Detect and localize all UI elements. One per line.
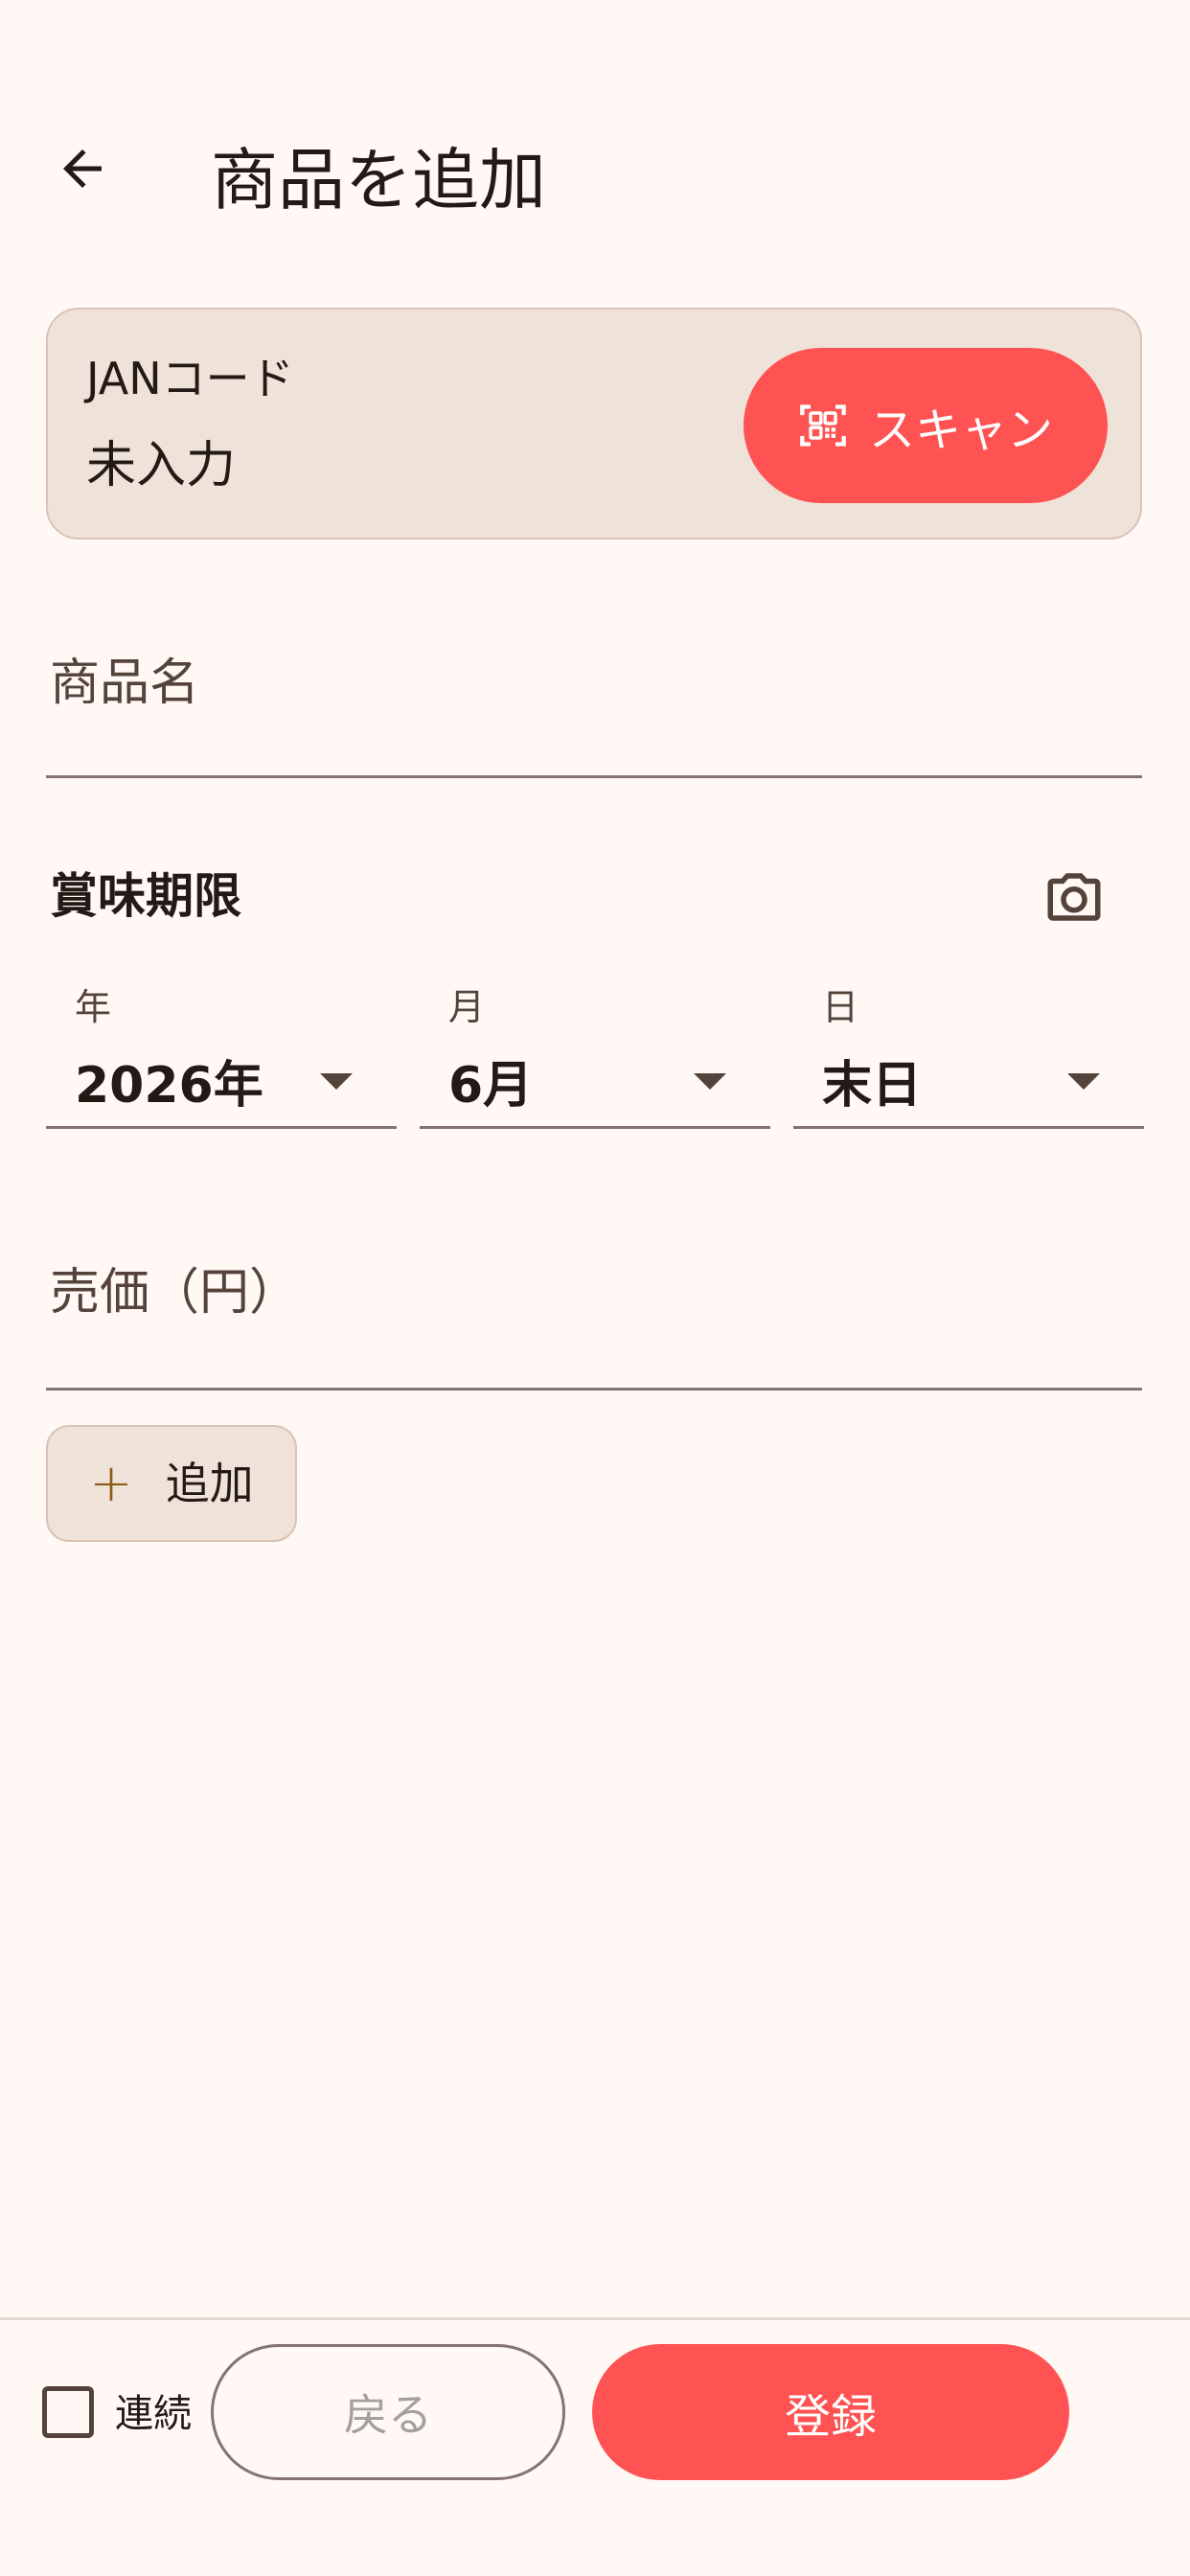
caret-down-icon	[320, 1073, 353, 1090]
back-button-label: 戻る	[344, 2389, 432, 2441]
month-underline	[420, 1126, 770, 1129]
day-value: 末日	[822, 1057, 923, 1115]
page-title: 商品を追加	[211, 141, 546, 219]
caret-down-icon	[1067, 1073, 1100, 1090]
continuous-label: 連続	[115, 2392, 192, 2436]
price-input[interactable]: 売価（円）	[50, 1259, 299, 1326]
register-button[interactable]: 登録	[592, 2344, 1069, 2480]
back-button[interactable]: 戻る	[211, 2344, 565, 2480]
register-button-label: 登録	[784, 2390, 877, 2444]
caret-down-icon	[694, 1073, 726, 1090]
month-value: 6月	[448, 1057, 534, 1115]
camera-button[interactable]	[1033, 856, 1115, 938]
day-label: 日	[822, 986, 859, 1028]
year-value: 2026年	[75, 1057, 263, 1115]
camera-icon	[1047, 873, 1101, 921]
price-underline	[46, 1388, 1142, 1391]
scan-button[interactable]: スキャン	[744, 348, 1108, 503]
year-label: 年	[75, 986, 112, 1028]
plus-icon: +	[89, 1453, 133, 1513]
year-dropdown[interactable]: 年 2026年	[46, 976, 397, 1129]
month-label: 月	[448, 986, 486, 1028]
continuous-checkbox[interactable]	[42, 2386, 94, 2438]
expiry-section-title: 賞味期限	[50, 868, 241, 924]
jan-code-value: 未入力	[86, 437, 237, 494]
qr-scan-icon	[800, 404, 846, 447]
jan-code-label: JANコード	[86, 353, 294, 404]
back-arrow-button[interactable]	[38, 125, 126, 213]
add-button-label: 追加	[165, 1458, 254, 1509]
month-dropdown[interactable]: 月 6月	[420, 976, 770, 1129]
arrow-left-icon	[63, 150, 102, 188]
year-underline	[46, 1126, 397, 1129]
bottom-divider	[0, 2317, 1190, 2320]
add-button[interactable]: + 追加	[46, 1425, 297, 1542]
jan-code-card: JANコード 未入力 スキャン	[46, 308, 1142, 540]
day-underline	[793, 1126, 1144, 1129]
product-name-underline	[46, 775, 1142, 778]
product-name-input[interactable]: 商品名	[50, 650, 199, 717]
scan-button-label: スキャン	[868, 403, 1053, 457]
day-dropdown[interactable]: 日 末日	[793, 976, 1144, 1129]
